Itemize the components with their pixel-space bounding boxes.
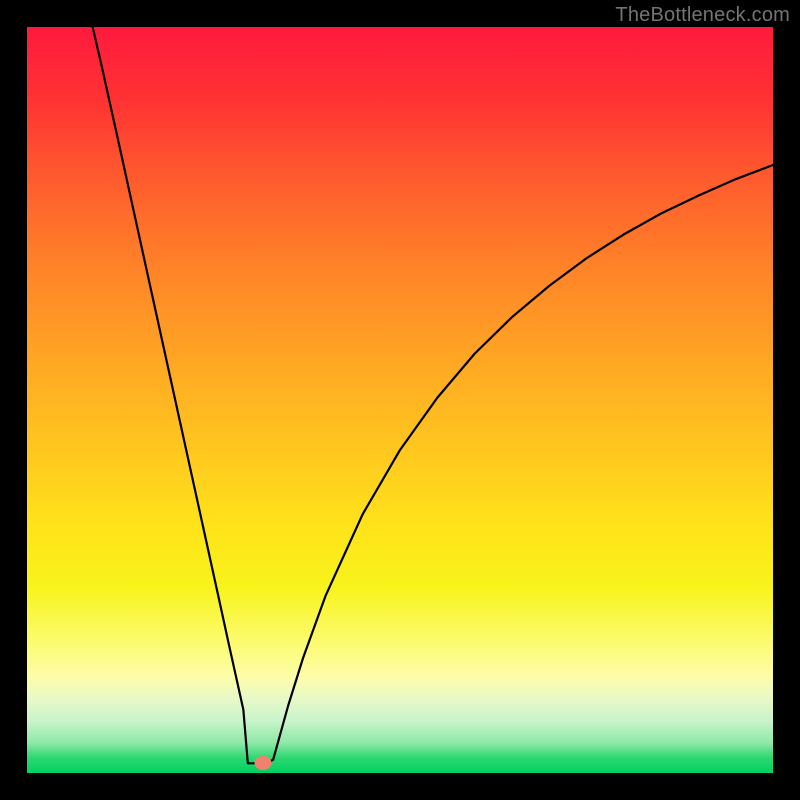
chart-root: TheBottleneck.com [0,0,800,800]
minimum-marker [255,756,272,770]
watermark-text: TheBottleneck.com [615,4,790,27]
plot-gradient-background [27,27,773,773]
